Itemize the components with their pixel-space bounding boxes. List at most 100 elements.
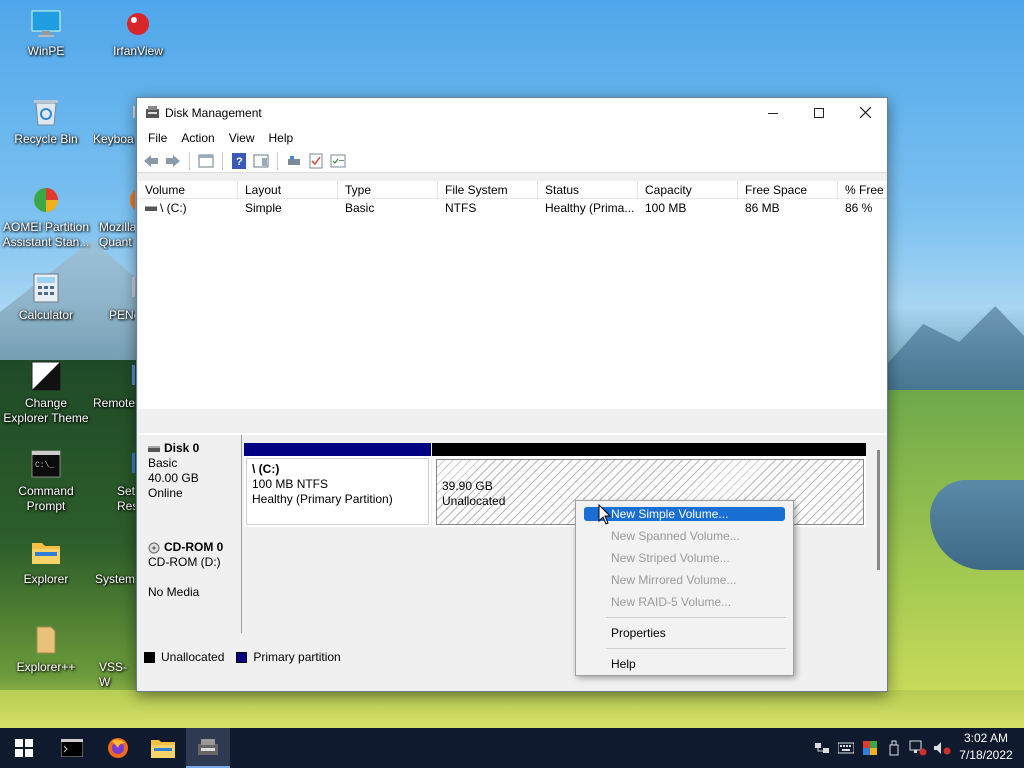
- disk-0-state: Online: [148, 486, 183, 500]
- desktop-icon-label: System: [95, 572, 135, 586]
- system-clock[interactable]: 3:02 AM 7/18/2022: [950, 730, 1022, 764]
- forward-button[interactable]: [163, 151, 183, 171]
- column-header-free-space[interactable]: Free Space: [738, 181, 838, 198]
- firefox-icon: [119, 184, 135, 216]
- disk-management-icon: [145, 105, 160, 119]
- command-prompt-icon: [61, 739, 83, 757]
- drive-icon: [145, 206, 157, 211]
- connect-drive-icon[interactable]: [284, 151, 304, 171]
- help-icon[interactable]: ?: [229, 151, 249, 171]
- close-button[interactable]: [842, 98, 888, 127]
- desktop-icon-penetwork[interactable]: PENe: [93, 272, 135, 323]
- menu-bar: File Action View Help: [137, 127, 887, 149]
- menu-action[interactable]: Action: [174, 131, 221, 145]
- desktop-icon-system[interactable]: System: [93, 536, 135, 587]
- menu-file[interactable]: File: [141, 131, 174, 145]
- desktop-icon-label: Keyboa: [93, 132, 134, 146]
- cdrom-0-label[interactable]: CD-ROM 0 CD-ROM (D:) No Media: [138, 534, 242, 633]
- desktop-icon-firefox[interactable]: Mozilla Quant: [93, 184, 135, 250]
- network-tray-icon[interactable]: [811, 728, 833, 768]
- taskbar: 3:02 AM 7/18/2022: [0, 728, 1024, 768]
- column-header-volume[interactable]: Volume: [138, 181, 238, 198]
- partition-c-header-bar: [244, 443, 431, 456]
- menu-item-new-spanned-volume[interactable]: New Spanned Volume...: [584, 529, 785, 543]
- firefox-icon: [108, 738, 128, 758]
- show-hide-console-icon[interactable]: [196, 151, 216, 171]
- desktop-icon-calculator[interactable]: Calculator: [1, 272, 91, 323]
- partition-c[interactable]: \ (C:) 100 MB NTFS Healthy (Primary Part…: [244, 443, 431, 527]
- menu-item-new-raid5-volume[interactable]: New RAID-5 Volume...: [584, 595, 785, 609]
- title-bar[interactable]: Disk Management: [137, 98, 887, 127]
- column-header-status[interactable]: Status: [538, 181, 638, 198]
- desktop-icon-set-resolution[interactable]: Set Reso: [93, 448, 135, 514]
- column-header-file-system[interactable]: File System: [438, 181, 538, 198]
- column-header-type[interactable]: Type: [338, 181, 438, 198]
- toolbar: ?: [137, 149, 887, 173]
- desktop-icon-label: AOMEI Partition Assistant Stan...: [2, 220, 90, 249]
- menu-item-new-mirrored-volume[interactable]: New Mirrored Volume...: [584, 573, 785, 587]
- back-button[interactable]: [141, 151, 161, 171]
- start-button[interactable]: [2, 728, 46, 768]
- cell-file-system: NTFS: [445, 201, 477, 215]
- cdrom-0-name: CD-ROM 0: [164, 540, 224, 554]
- desktop-icon-remote[interactable]: Remote: [93, 360, 135, 411]
- column-header-capacity[interactable]: Capacity: [638, 181, 738, 198]
- minimize-button[interactable]: [750, 98, 796, 127]
- desktop-icon-label: Explorer++: [16, 660, 76, 674]
- svg-text:C:\_: C:\_: [35, 461, 54, 470]
- desktop-icon-keyboard[interactable]: Keyboa: [93, 96, 135, 147]
- mouse-cursor-icon: [598, 503, 612, 526]
- pane-splitter[interactable]: [138, 409, 887, 433]
- disk-0-type: Basic: [148, 456, 178, 470]
- windows-logo-icon: [15, 739, 33, 757]
- network-disconnected-tray-icon[interactable]: [907, 728, 929, 768]
- column-header-percent-free[interactable]: % Free: [838, 181, 887, 198]
- disk-0-label[interactable]: Disk 0 Basic 40.00 GB Online: [138, 435, 242, 534]
- column-header-layout[interactable]: Layout: [238, 181, 338, 198]
- desktop-icon-explorerpp[interactable]: Explorer++: [1, 624, 91, 675]
- color-tray-icon[interactable]: [859, 728, 881, 768]
- desktop-icon-label: Set Reso: [117, 484, 135, 513]
- disk-icon: [148, 445, 160, 452]
- scrollbar-thumb[interactable]: [877, 450, 880, 570]
- show-hide-action-pane-icon[interactable]: [251, 151, 271, 171]
- disk-0-size: 40.00 GB: [148, 471, 199, 485]
- taskbar-disk-management[interactable]: [186, 728, 230, 768]
- desktop-icon-change-theme[interactable]: Change Explorer Theme: [1, 360, 91, 426]
- properties-icon[interactable]: [328, 151, 348, 171]
- toolbar-separator: [277, 151, 278, 170]
- menu-item-help[interactable]: Help: [584, 657, 785, 671]
- desktop-icon-label: WinPE: [27, 44, 65, 58]
- menu-view[interactable]: View: [222, 131, 262, 145]
- desktop-icon-explorer[interactable]: Explorer: [1, 536, 91, 587]
- menu-item-properties[interactable]: Properties: [584, 626, 785, 640]
- taskbar-explorer[interactable]: [141, 728, 185, 768]
- menu-item-new-striped-volume[interactable]: New Striped Volume...: [584, 551, 785, 565]
- vertical-scrollbar[interactable]: [873, 438, 885, 638]
- desktop-icon-recycle-bin[interactable]: Recycle Bin: [1, 96, 91, 147]
- checklist-icon[interactable]: [306, 151, 326, 171]
- legend-unallocated-swatch: [144, 651, 155, 663]
- monitor-icon: [30, 8, 62, 40]
- disk-0-name: Disk 0: [164, 441, 200, 455]
- explorerpp-icon: [30, 624, 62, 656]
- maximize-button[interactable]: [796, 98, 842, 127]
- desktop-icon-winpe[interactable]: WinPE: [1, 8, 91, 59]
- desktop-icon-irfanview[interactable]: IrfanView: [93, 8, 183, 59]
- menu-item-new-simple-volume[interactable]: New Simple Volume...: [584, 507, 785, 521]
- taskbar-command-prompt[interactable]: [50, 728, 94, 768]
- desktop-icon-aomei[interactable]: AOMEI Partition Assistant Stan...: [1, 184, 91, 250]
- menu-help[interactable]: Help: [262, 131, 301, 145]
- wallpaper-grass: [0, 690, 1024, 730]
- usb-tray-icon[interactable]: [883, 728, 905, 768]
- unallocated-header-bar: [432, 443, 866, 456]
- disk-management-icon: [198, 739, 218, 755]
- taskbar-firefox[interactable]: [96, 728, 140, 768]
- table-row[interactable]: \ (C:) Simple Basic NTFS Healthy (Prima.…: [138, 199, 887, 218]
- partition-c-status: Healthy (Primary Partition): [252, 492, 393, 506]
- desktop-icon-vss[interactable]: VSS-W: [93, 624, 135, 690]
- cdrom-0-type: CD-ROM (D:): [148, 555, 221, 569]
- desktop-icon-command-prompt[interactable]: C:\_ Command Prompt: [1, 448, 91, 514]
- keyboard-tray-icon[interactable]: [835, 728, 857, 768]
- menu-separator: [606, 648, 786, 649]
